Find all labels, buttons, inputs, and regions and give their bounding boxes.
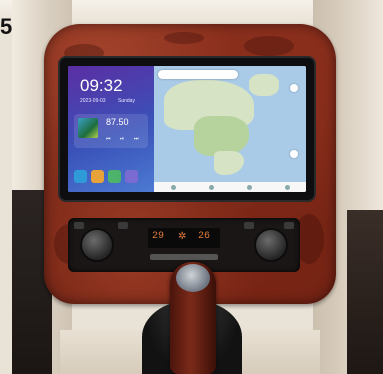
fan-icon: ✲ <box>178 231 187 242</box>
map-landmass <box>194 116 249 156</box>
date-display: 2023-09-03 <box>80 98 106 104</box>
left-temperature-knob[interactable] <box>82 230 112 260</box>
map-search-bar[interactable] <box>158 70 238 79</box>
next-icon[interactable]: ⏭ <box>134 136 139 142</box>
right-shadow-area <box>347 210 383 374</box>
home-widget-panel: 09:32 2023-09-03 Sunday 87.50 ⏮ ⏯ ⏭ <box>68 66 154 192</box>
app-dock <box>74 170 148 186</box>
right-temperature-knob[interactable] <box>256 230 286 260</box>
previous-icon[interactable]: ⏮ <box>106 136 111 142</box>
radio-widget[interactable]: 87.50 ⏮ ⏯ ⏭ <box>74 114 148 148</box>
app-icon[interactable] <box>125 170 138 183</box>
map-landmass <box>249 74 279 96</box>
car-dashboard-photo: 5 09:32 2023-09-03 Sunday 87.50 ⏮ ⏯ ⏭ 29… <box>0 0 383 374</box>
cd-slot <box>150 254 218 260</box>
nav-saved-icon[interactable] <box>246 184 252 190</box>
app-icon[interactable] <box>108 170 121 183</box>
map-landmass <box>214 151 244 175</box>
radio-thumbnail <box>78 118 98 138</box>
nav-contribute-icon[interactable] <box>284 184 290 190</box>
shifter-knob-cap <box>176 264 210 292</box>
app-icon[interactable] <box>74 170 87 183</box>
climate-button[interactable] <box>118 222 128 229</box>
climate-button[interactable] <box>284 222 294 229</box>
clock-display: 09:32 <box>80 76 123 95</box>
app-icon[interactable] <box>91 170 104 183</box>
climate-button[interactable] <box>244 222 254 229</box>
nav-go-icon[interactable] <box>208 184 214 190</box>
my-location-icon[interactable] <box>290 150 298 158</box>
climate-button[interactable] <box>74 222 84 229</box>
play-pause-icon[interactable]: ⏯ <box>120 136 124 142</box>
radio-frequency: 87.50 <box>106 117 129 127</box>
corner-number-label: 5 <box>0 14 13 39</box>
weekday-display: Sunday <box>118 98 135 104</box>
map-view[interactable] <box>154 66 306 192</box>
left-temperature: 29 <box>152 231 165 242</box>
map-layers-icon[interactable] <box>290 84 298 92</box>
climate-display: 29 ✲ 26 <box>148 228 220 248</box>
nav-explore-icon[interactable] <box>170 184 176 190</box>
head-unit-screen[interactable]: 09:32 2023-09-03 Sunday 87.50 ⏮ ⏯ ⏭ <box>68 66 306 192</box>
right-temperature: 26 <box>198 231 211 242</box>
map-bottom-nav <box>154 182 306 192</box>
